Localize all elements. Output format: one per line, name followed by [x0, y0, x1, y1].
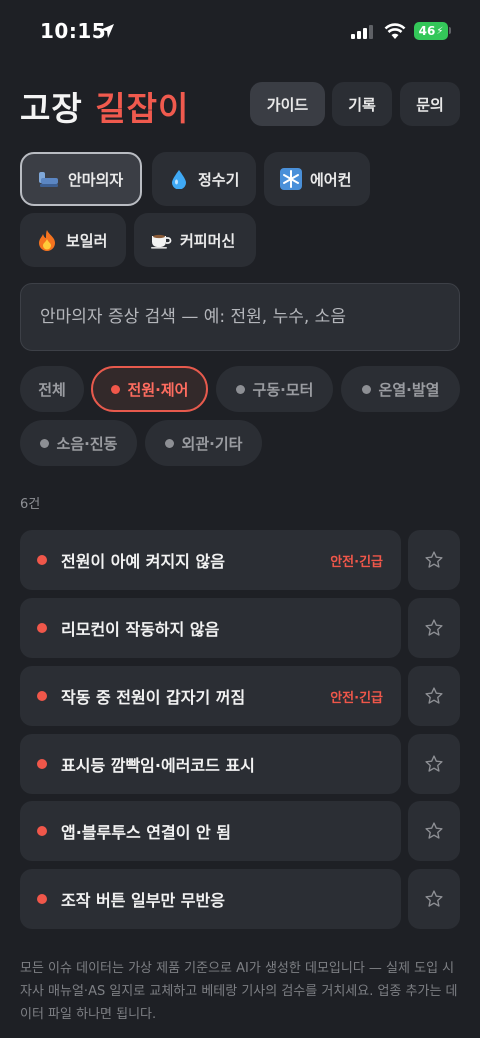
star-icon	[425, 755, 443, 772]
issue-title: 리모컨이 작동하지 않음	[61, 620, 220, 639]
issue-row[interactable]: 앱·블루투스 연결이 안 됨	[20, 801, 401, 861]
nav-contact-button[interactable]: 문의	[400, 82, 460, 126]
coffee-icon	[150, 229, 172, 251]
issue-title: 앱·블루투스 연결이 안 됨	[61, 823, 231, 842]
category-label: 에어컨	[310, 170, 352, 189]
filter-label: 소음·진동	[56, 434, 118, 453]
filter-all[interactable]: 전체	[20, 366, 84, 412]
fire-icon	[36, 229, 58, 251]
favorite-star-button[interactable]	[408, 869, 460, 929]
severity-dot	[37, 623, 47, 633]
favorite-star-button[interactable]	[408, 598, 460, 658]
favorite-star-button[interactable]	[408, 801, 460, 861]
safety-badge: 안전·긴급	[330, 554, 383, 570]
filter-dot	[164, 438, 174, 448]
category-massage-chair[interactable]: 안마의자	[20, 152, 142, 206]
cellular-signal-icon	[351, 25, 373, 39]
star-icon	[425, 822, 443, 839]
favorite-star-button[interactable]	[408, 666, 460, 726]
star-icon	[425, 619, 443, 636]
nav-guide-button[interactable]: 가이드	[250, 82, 325, 126]
issue-row[interactable]: 표시등 깜빡임·에러코드 표시	[20, 734, 401, 794]
filter-exterior-other[interactable]: 외관·기타	[145, 420, 262, 466]
app-title-part1: 고장	[20, 89, 83, 128]
star-icon	[425, 890, 443, 907]
severity-dot	[37, 759, 47, 769]
category-label: 커피머신	[180, 231, 236, 250]
status-time: 10:15	[40, 19, 107, 43]
result-count: 6건	[20, 497, 41, 512]
filter-dot	[39, 438, 49, 448]
filter-label: 구동·모터	[252, 380, 314, 399]
filter-heating[interactable]: 온열·발열	[341, 366, 460, 412]
severity-dot	[37, 826, 47, 836]
star-icon	[425, 687, 443, 704]
symptom-search-box[interactable]	[20, 283, 460, 351]
category-label: 안마의자	[68, 170, 124, 189]
demo-disclaimer: 모든 이슈 데이터는 가상 제품 기준으로 AI가 생성한 데모입니다 — 실제…	[20, 961, 458, 1022]
nav-history-button[interactable]: 기록	[332, 82, 392, 126]
category-label: 보일러	[66, 231, 108, 250]
issue-row[interactable]: 조작 버튼 일부만 무반응	[20, 869, 401, 929]
filter-label: 외관·기타	[181, 434, 243, 453]
issue-title: 전원이 아예 켜지지 않음	[61, 552, 225, 571]
favorite-star-button[interactable]	[408, 530, 460, 590]
app-title: 고장 길잡이	[20, 82, 189, 130]
severity-dot	[37, 555, 47, 565]
wifi-icon	[384, 23, 406, 39]
filter-power-control[interactable]: 전원·제어	[91, 366, 208, 412]
massage-chair-icon	[38, 168, 60, 190]
issue-title: 표시등 깜빡임·에러코드 표시	[61, 756, 255, 775]
battery-cap	[449, 27, 451, 34]
issue-title: 작동 중 전원이 갑자기 꺼짐	[61, 688, 246, 707]
location-arrow-icon	[100, 24, 114, 38]
star-icon	[425, 551, 443, 568]
issue-row[interactable]: 전원이 아예 켜지지 않음 안전·긴급	[20, 530, 401, 590]
category-coffee-machine[interactable]: 커피머신	[134, 213, 256, 267]
filter-dot	[235, 384, 245, 394]
filter-label: 전체	[38, 380, 66, 399]
app-title-part2: 길잡이	[95, 89, 190, 128]
filter-label: 전원·제어	[127, 380, 189, 399]
category-water-purifier[interactable]: 정수기	[152, 152, 256, 206]
charging-icon: ⚡	[436, 25, 444, 37]
category-air-conditioner[interactable]: 에어컨	[264, 152, 370, 206]
issue-title: 조작 버튼 일부만 무반응	[61, 891, 225, 910]
filter-label: 온열·발열	[378, 380, 440, 399]
issue-row[interactable]: 작동 중 전원이 갑자기 꺼짐 안전·긴급	[20, 666, 401, 726]
filter-noise-vibration[interactable]: 소음·진동	[20, 420, 137, 466]
snowflake-icon	[280, 168, 302, 190]
category-boiler[interactable]: 보일러	[20, 213, 126, 267]
severity-dot	[37, 894, 47, 904]
safety-badge: 안전·긴급	[330, 690, 383, 706]
filter-dot	[361, 384, 371, 394]
status-bar: 10:15 46 ⚡	[0, 0, 480, 62]
water-drop-icon	[168, 168, 190, 190]
battery-indicator: 46 ⚡	[414, 22, 448, 40]
symptom-search-input[interactable]	[21, 284, 459, 350]
filter-drive-motor[interactable]: 구동·모터	[216, 366, 333, 412]
category-label: 정수기	[198, 170, 240, 189]
favorite-star-button[interactable]	[408, 734, 460, 794]
issue-row[interactable]: 리모컨이 작동하지 않음	[20, 598, 401, 658]
filter-dot	[110, 384, 120, 394]
severity-dot	[37, 691, 47, 701]
battery-level: 46	[418, 24, 436, 38]
